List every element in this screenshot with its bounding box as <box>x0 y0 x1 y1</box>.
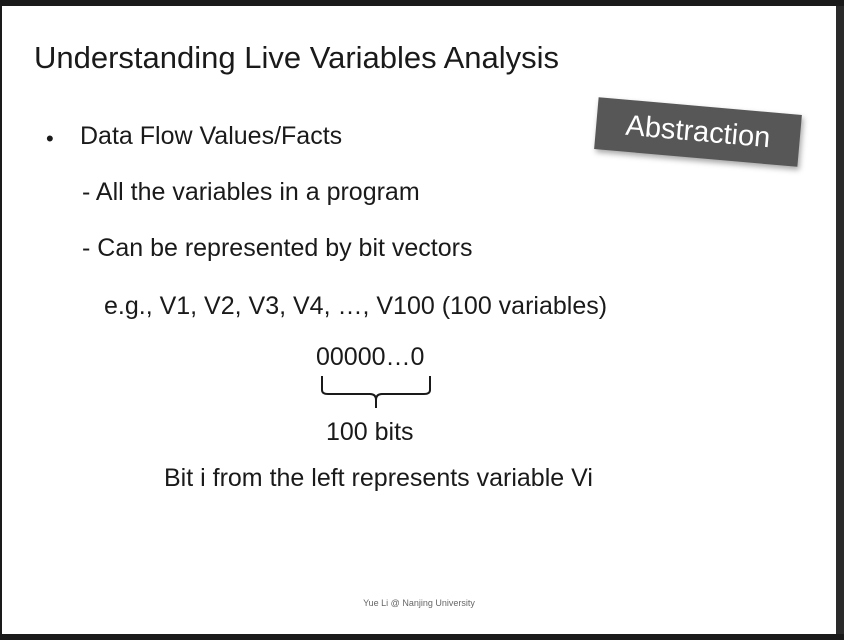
slide-title: Understanding Live Variables Analysis <box>34 40 560 75</box>
bullet-dot: • <box>46 126 54 151</box>
bullet-data-flow-values: Data Flow Values/Facts <box>80 122 343 150</box>
sub-item-all-variables: - All the variables in a program <box>82 178 420 206</box>
slide-footer: Yue Li @ Nanjing University <box>363 598 475 608</box>
brace-icon <box>321 376 431 408</box>
sub-item-bit-vectors: - Can be represented by bit vectors <box>82 234 473 262</box>
example-variables: e.g., V1, V2, V3, V4, …, V100 (100 varia… <box>104 292 608 320</box>
bits-count-label: 100 bits <box>326 418 414 446</box>
bit-mapping-statement: Bit i from the left represents variable … <box>164 464 593 492</box>
window-edge <box>836 6 844 634</box>
bit-vector: 00000…0 <box>316 343 425 371</box>
abstraction-badge: Abstraction <box>594 97 802 167</box>
slide: Understanding Live Variables Analysis Ab… <box>2 6 836 634</box>
